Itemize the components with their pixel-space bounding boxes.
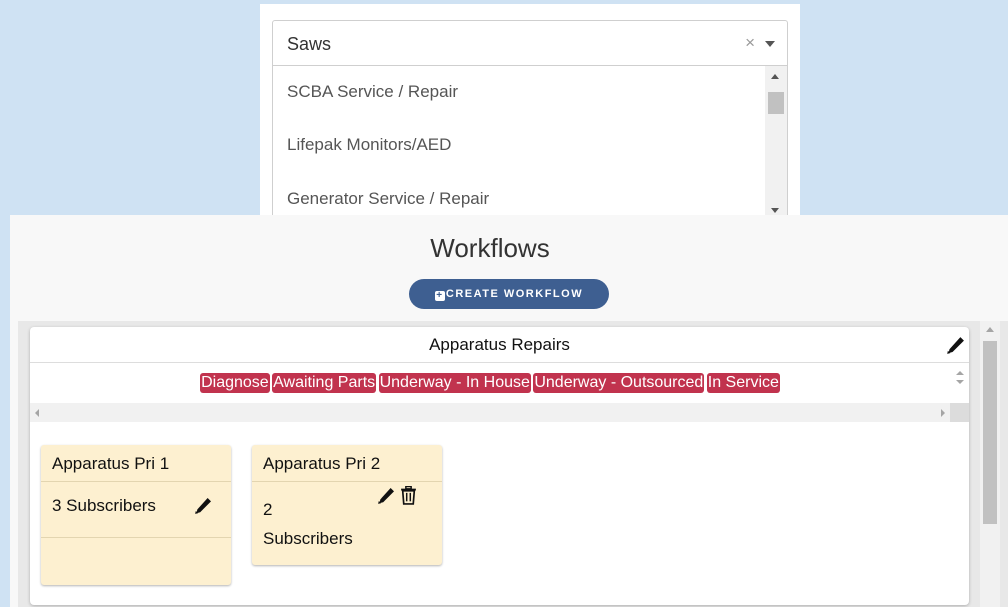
scroll-up-icon[interactable] (986, 327, 994, 332)
workflows-panel: Workflows + CREATE WORKFLOW Apparatus Rep… (10, 215, 1008, 607)
subscriber-count: 3 Subscribers (52, 496, 156, 515)
clear-icon[interactable]: × (745, 33, 755, 53)
dropdown-option[interactable]: SCBA Service / Repair (273, 66, 787, 118)
scrollbar-thumb[interactable] (768, 92, 784, 114)
scrollbar-thumb[interactable] (983, 341, 997, 524)
scroll-right-icon[interactable] (941, 409, 945, 417)
category-dropdown: Saws × SCBA Service / Repair Lifepak Mon… (260, 4, 800, 215)
status-badge[interactable]: In Service (706, 373, 780, 393)
edit-priority-button[interactable] (377, 487, 395, 508)
subscriber-label: Subscribers (263, 529, 353, 548)
create-workflow-button[interactable]: + CREATE WORKFLOW (409, 279, 609, 309)
workflow-card: Apparatus Repairs Diagnose Awaiting Part… (30, 327, 969, 605)
status-badge[interactable]: Diagnose (200, 373, 270, 393)
scrollbar-corner (950, 403, 969, 422)
delete-priority-button[interactable] (400, 485, 417, 508)
subscriber-count: 2 (263, 500, 273, 519)
dropdown-scrollbar[interactable] (765, 66, 787, 215)
priority-title: Apparatus Pri 1 (52, 454, 170, 473)
create-workflow-label: CREATE WORKFLOW (445, 288, 584, 300)
chevron-down-icon[interactable] (765, 41, 775, 47)
priority-card: Apparatus Pri 1 3 Subscribers (41, 445, 231, 585)
selected-value: Saws (287, 34, 332, 54)
category-select[interactable]: Saws × (272, 20, 788, 66)
divider (252, 481, 442, 482)
pencil-icon (195, 498, 211, 514)
dropdown-options-list: SCBA Service / Repair Lifepak Monitors/A… (272, 66, 788, 215)
workflow-title: Apparatus Repairs (30, 327, 969, 363)
scroll-up-icon[interactable] (771, 74, 779, 79)
pencil-icon (378, 488, 394, 504)
scroll-down-icon[interactable] (771, 208, 779, 213)
priority-title: Apparatus Pri 2 (263, 454, 381, 473)
dropdown-option[interactable]: Generator Service / Repair (273, 172, 787, 215)
divider (41, 537, 231, 538)
status-list: Diagnose Awaiting Parts Underway - In Ho… (30, 363, 950, 403)
scroll-left-icon[interactable] (35, 409, 39, 417)
priority-card: Apparatus Pri 2 2 Subscribers (252, 445, 442, 565)
page-title: Workflows (430, 233, 550, 263)
page-scrollbar[interactable] (980, 321, 1000, 607)
status-badge[interactable]: Underway - Outsourced (533, 373, 705, 393)
edit-workflow-button[interactable] (946, 336, 965, 358)
status-horizontal-scrollbar[interactable] (30, 403, 950, 422)
status-badge[interactable]: Awaiting Parts (272, 373, 377, 393)
pencil-icon (947, 337, 964, 354)
trash-icon (401, 485, 416, 505)
dropdown-option[interactable]: Lifepak Monitors/AED (273, 118, 787, 172)
divider (41, 481, 231, 482)
scroll-up-icon[interactable] (956, 371, 964, 375)
edit-priority-button[interactable] (194, 497, 212, 518)
workflow-board: Apparatus Repairs Diagnose Awaiting Part… (18, 321, 1008, 607)
status-badge[interactable]: Underway - In House (378, 373, 531, 393)
scroll-down-icon[interactable] (956, 380, 964, 384)
plus-square-icon: + (434, 290, 445, 301)
status-vertical-scrollbar[interactable] (950, 363, 969, 403)
